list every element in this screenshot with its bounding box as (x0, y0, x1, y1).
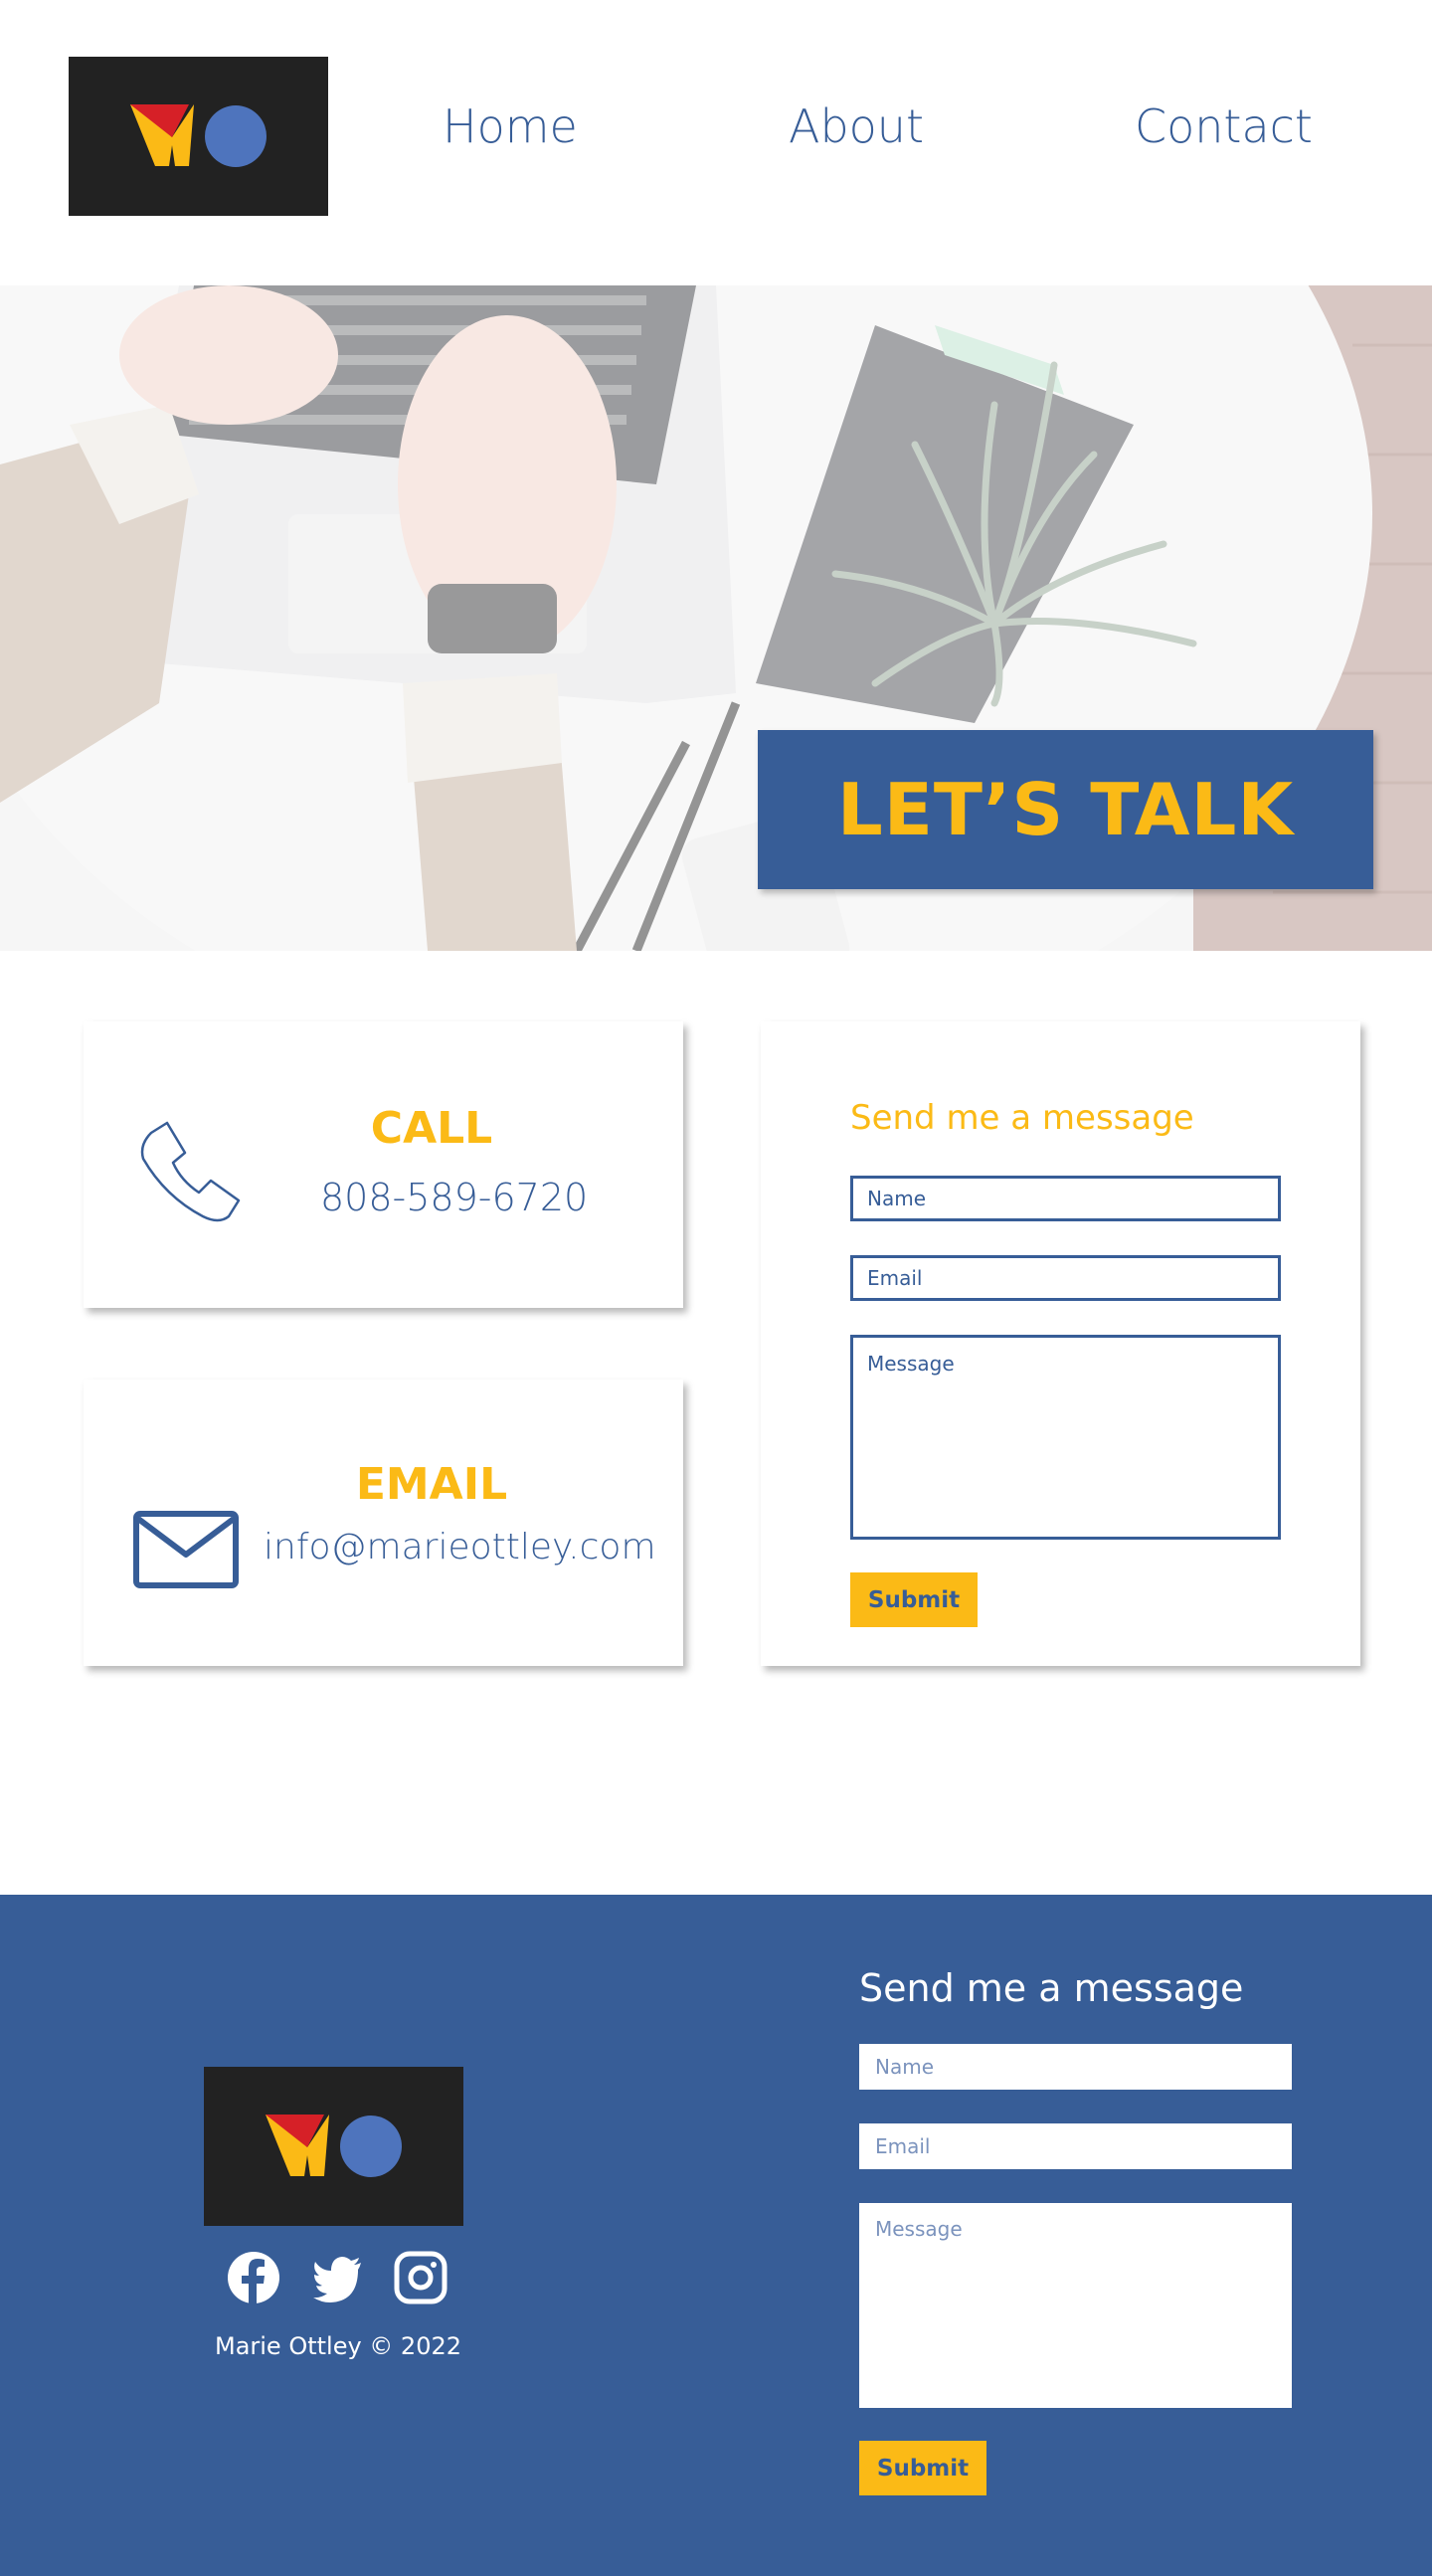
nav-contact[interactable]: Contact (1135, 99, 1313, 153)
footer-logo[interactable] (204, 2067, 463, 2226)
footer-name-input[interactable] (859, 2044, 1292, 2090)
message-input[interactable] (850, 1335, 1281, 1540)
instagram-icon[interactable] (394, 2251, 448, 2309)
call-title: CALL (370, 1103, 493, 1154)
hero-section: LET’S TALK (0, 285, 1432, 951)
mo-logo-icon (266, 2115, 402, 2177)
contact-form-card: Send me a message Submit (761, 1021, 1360, 1666)
site-footer: Marie Ottley © 2022 Send me a message Su… (0, 1895, 1432, 2576)
phone-icon (133, 1119, 243, 1233)
phone-number[interactable]: 808-589-6720 (320, 1176, 588, 1219)
email-title: EMAIL (355, 1459, 508, 1510)
twitter-icon[interactable] (311, 2251, 365, 2309)
mo-logo-icon (130, 104, 267, 167)
footer-message-input[interactable] (859, 2203, 1292, 2408)
email-input[interactable] (850, 1255, 1281, 1301)
submit-button[interactable]: Submit (850, 1572, 978, 1627)
nav-about[interactable]: About (789, 99, 924, 153)
facebook-icon[interactable] (227, 2251, 280, 2309)
email-card: EMAIL info@marieottley.com (84, 1380, 683, 1666)
email-address[interactable]: info@marieottley.com (264, 1527, 656, 1567)
call-card: CALL 808-589-6720 (84, 1021, 683, 1308)
footer-form-title: Send me a message (859, 1966, 1244, 2010)
copyright-text: Marie Ottley © 2022 (214, 2332, 462, 2360)
mail-icon (133, 1511, 239, 1593)
footer-email-input[interactable] (859, 2123, 1292, 2169)
site-logo[interactable] (69, 57, 328, 216)
hero-title: LET’S TALK (836, 768, 1295, 851)
contact-form-title: Send me a message (850, 1098, 1194, 1138)
hero-banner: LET’S TALK (758, 730, 1373, 889)
footer-submit-button[interactable]: Submit (859, 2441, 986, 2495)
nav-home[interactable]: Home (443, 99, 578, 153)
name-input[interactable] (850, 1176, 1281, 1221)
site-header: Home About Contact (0, 0, 1432, 285)
